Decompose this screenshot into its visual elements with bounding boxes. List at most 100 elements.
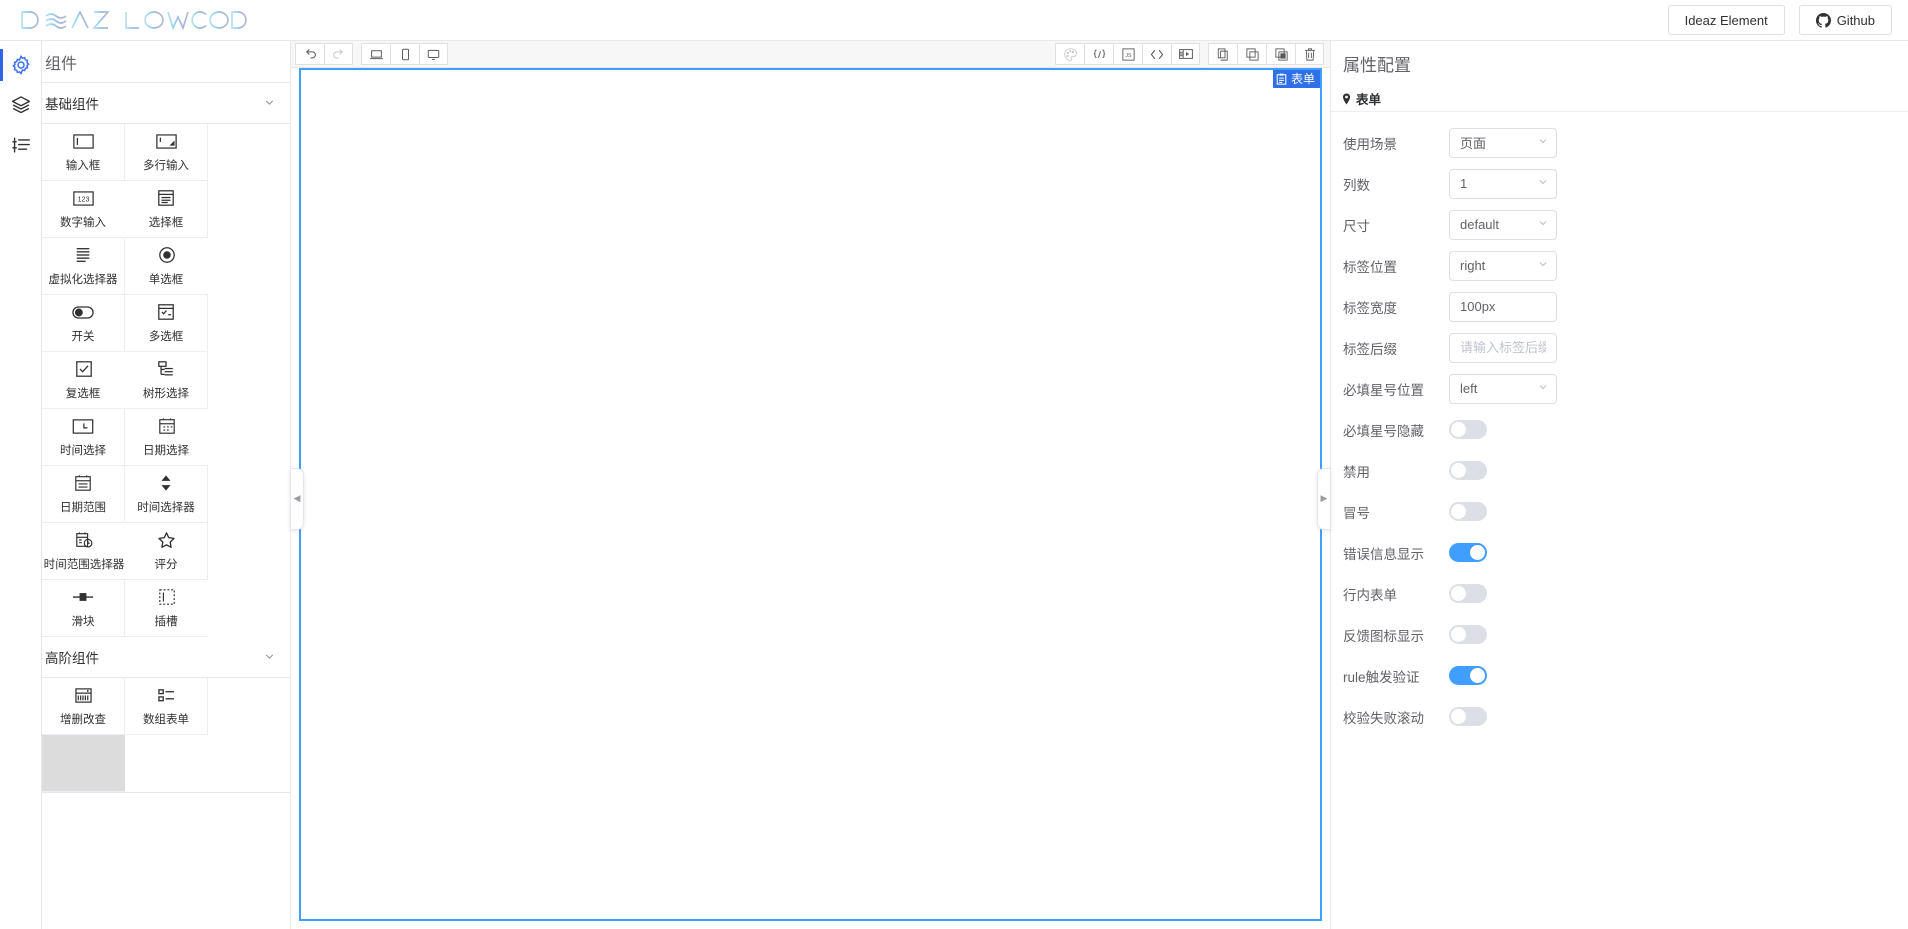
properties-section-header: 表单 — [1331, 86, 1908, 112]
duplicate-icon[interactable] — [1237, 43, 1266, 65]
component-item-time-range[interactable]: 时间范围选择器 — [42, 523, 125, 580]
component-item-number-input[interactable]: 123 数字输入 — [42, 181, 125, 238]
component-item-select[interactable]: 选择框 — [125, 181, 208, 238]
component-panel-filler — [42, 792, 290, 929]
component-item-textarea[interactable]: 多行输入 — [125, 124, 208, 181]
form-canvas[interactable]: 表单 — [299, 68, 1322, 921]
prop-row-scene: 使用场景 页面 — [1331, 122, 1908, 163]
select-value: 页面 — [1460, 133, 1537, 152]
component-item-rate[interactable]: 评分 — [125, 523, 208, 580]
properties-panel: 属性配置 表单 使用场景 页面 — [1330, 41, 1908, 929]
label-suffix-input[interactable] — [1449, 333, 1557, 363]
paste-icon[interactable] — [1266, 43, 1295, 65]
component-item-label: 数字输入 — [60, 213, 106, 229]
component-item-label: 评分 — [154, 555, 177, 571]
prop-row-rule-validate: rule触发验证 — [1331, 655, 1908, 696]
component-item-multi-select[interactable]: 多选框 — [125, 295, 208, 352]
component-item-tree-select[interactable]: 树形选择 — [125, 352, 208, 409]
ideaz-element-button[interactable]: Ideaz Element — [1668, 5, 1785, 35]
canvas-selected-badge[interactable]: 表单 — [1273, 70, 1320, 88]
prop-control: right — [1449, 251, 1852, 281]
prop-label: 禁用 — [1343, 461, 1449, 481]
rule-validate-switch[interactable] — [1449, 666, 1487, 685]
undo-icon[interactable] — [295, 43, 324, 65]
prop-row-disabled: 禁用 — [1331, 450, 1908, 491]
toolbar-group-viewport — [361, 43, 448, 65]
chevron-right-icon: ▶ — [1321, 493, 1328, 504]
required-mark-position-select[interactable]: left — [1449, 374, 1557, 404]
component-item-checkbox[interactable]: 复选框 — [42, 352, 125, 409]
json-code-icon[interactable] — [1084, 43, 1113, 65]
multi-select-icon — [157, 303, 175, 322]
component-item-label: 时间选择 — [60, 441, 106, 457]
rate-star-icon — [157, 531, 176, 550]
component-item-crud[interactable]: 增删改查 — [42, 678, 125, 735]
prop-label: 列数 — [1343, 174, 1449, 194]
label-position-select[interactable]: right — [1449, 251, 1557, 281]
section-header-advanced[interactable]: 高阶组件 — [42, 637, 290, 678]
app-logo — [10, 0, 260, 41]
scene-select[interactable]: 页面 — [1449, 128, 1557, 158]
collapse-left-panel-handle[interactable]: ◀ — [290, 468, 304, 530]
chevron-down-icon — [263, 650, 276, 665]
properties-section-label: 表单 — [1356, 89, 1381, 108]
collapse-right-panel-handle[interactable]: ▶ — [1317, 468, 1331, 530]
feedback-icon-switch[interactable] — [1449, 625, 1487, 644]
size-select[interactable]: default — [1449, 210, 1557, 240]
textarea-icon — [156, 132, 177, 151]
palette-icon[interactable] — [1055, 43, 1084, 65]
rail-item-layers[interactable] — [0, 85, 42, 125]
component-item-label: 插槽 — [155, 612, 178, 628]
component-panel-title: 组件 — [42, 41, 290, 83]
rail-item-sliders[interactable] — [0, 125, 42, 165]
prop-label: 校验失败滚动 — [1343, 707, 1449, 727]
radio-icon — [158, 246, 176, 265]
disabled-switch[interactable] — [1449, 461, 1487, 480]
copy-icon[interactable] — [1208, 43, 1237, 65]
trash-icon[interactable] — [1295, 43, 1324, 65]
component-item-array-form[interactable]: 数组表单 — [125, 678, 208, 735]
github-button[interactable]: Github — [1799, 5, 1892, 35]
inline-form-switch[interactable] — [1449, 584, 1487, 603]
prop-control — [1449, 666, 1852, 685]
chevron-down-icon — [1537, 217, 1549, 232]
rail-item-gear[interactable] — [0, 45, 42, 85]
time-spinner-icon — [157, 474, 175, 493]
component-grid-advanced: 增删改查 数组表单 — [42, 678, 290, 792]
properties-list: 使用场景 页面 列数 1 — [1331, 112, 1908, 929]
component-item-label: 时间范围选择器 — [43, 555, 124, 571]
mobile-view-icon[interactable] — [390, 43, 419, 65]
component-item-slider[interactable]: 滑块 — [42, 580, 125, 637]
number-input-icon: 123 — [73, 189, 94, 208]
component-item-input[interactable]: 输入框 — [42, 124, 125, 181]
prop-control — [1449, 420, 1852, 439]
prop-control — [1449, 625, 1852, 644]
required-mark-hidden-switch[interactable] — [1449, 420, 1487, 439]
columns-select[interactable]: 1 — [1449, 169, 1557, 199]
colon-switch[interactable] — [1449, 502, 1487, 521]
desktop-view-icon[interactable] — [361, 43, 390, 65]
component-item-radio[interactable]: 单选框 — [125, 238, 208, 295]
component-item-virtual-select[interactable]: 虚拟化选择器 — [42, 238, 125, 295]
component-item-label: 复选框 — [66, 384, 101, 400]
section-header-basic[interactable]: 基础组件 — [42, 83, 290, 124]
input-icon — [73, 132, 94, 151]
label-width-input[interactable] — [1449, 292, 1557, 322]
tablet-view-icon[interactable] — [419, 43, 448, 65]
js-code-icon[interactable]: JS — [1113, 43, 1142, 65]
component-item-date-picker[interactable]: 日期选择 — [125, 409, 208, 466]
component-item-time-picker[interactable]: 时间选择 — [42, 409, 125, 466]
html-code-icon[interactable] — [1142, 43, 1171, 65]
component-item-date-range[interactable]: 日期范围 — [42, 466, 125, 523]
error-message-switch[interactable] — [1449, 543, 1487, 562]
toolbar-spacer — [448, 41, 1055, 67]
component-item-switch[interactable]: 开关 — [42, 295, 125, 352]
preview-icon[interactable] — [1171, 43, 1200, 65]
component-item-slot[interactable]: 插槽 — [125, 580, 208, 637]
app-root: Ideaz Element Github — [0, 0, 1908, 929]
date-range-icon — [74, 474, 92, 493]
scroll-to-error-switch[interactable] — [1449, 707, 1487, 726]
component-item-time-spinner[interactable]: 时间选择器 — [125, 466, 208, 523]
redo-icon[interactable] — [324, 43, 353, 65]
component-item-label: 日期范围 — [60, 498, 106, 514]
